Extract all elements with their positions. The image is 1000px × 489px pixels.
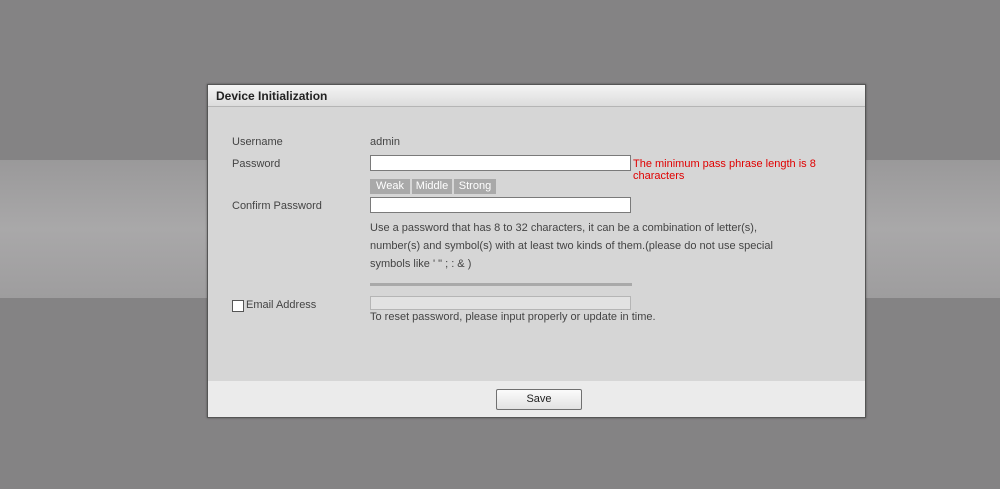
strength-weak: Weak — [370, 179, 410, 194]
email-hint: To reset password, please input properly… — [370, 311, 656, 323]
confirm-password-input[interactable] — [370, 197, 631, 213]
dialog-header: Device Initialization — [208, 85, 865, 107]
hint-line: symbols like ' " ; : & ) — [370, 258, 472, 270]
email-address-checkbox[interactable] — [232, 300, 244, 312]
password-input[interactable] — [370, 155, 631, 171]
password-strength-meter: Weak Middle Strong — [370, 179, 496, 194]
dialog-title: Device Initialization — [216, 89, 328, 103]
divider — [370, 283, 632, 286]
password-label: Password — [232, 158, 281, 170]
confirm-password-label: Confirm Password — [232, 200, 322, 212]
strength-strong: Strong — [454, 179, 496, 194]
username-value: admin — [370, 136, 400, 148]
email-address-label[interactable]: Email Address — [246, 299, 316, 311]
password-rules-hint: Use a password that has 8 to 32 characte… — [370, 219, 773, 273]
strength-middle: Middle — [412, 179, 452, 194]
username-label: Username — [232, 136, 283, 148]
dialog-footer: Save — [208, 381, 865, 417]
password-error-message: The minimum pass phrase length is 8 char… — [633, 158, 816, 182]
email-address-input[interactable] — [370, 296, 631, 310]
save-button[interactable]: Save — [496, 389, 582, 410]
device-initialization-dialog: Device Initialization Username admin Pas… — [207, 84, 866, 418]
hint-line: number(s) and symbol(s) with at least tw… — [370, 240, 773, 252]
hint-line: Use a password that has 8 to 32 characte… — [370, 222, 758, 234]
